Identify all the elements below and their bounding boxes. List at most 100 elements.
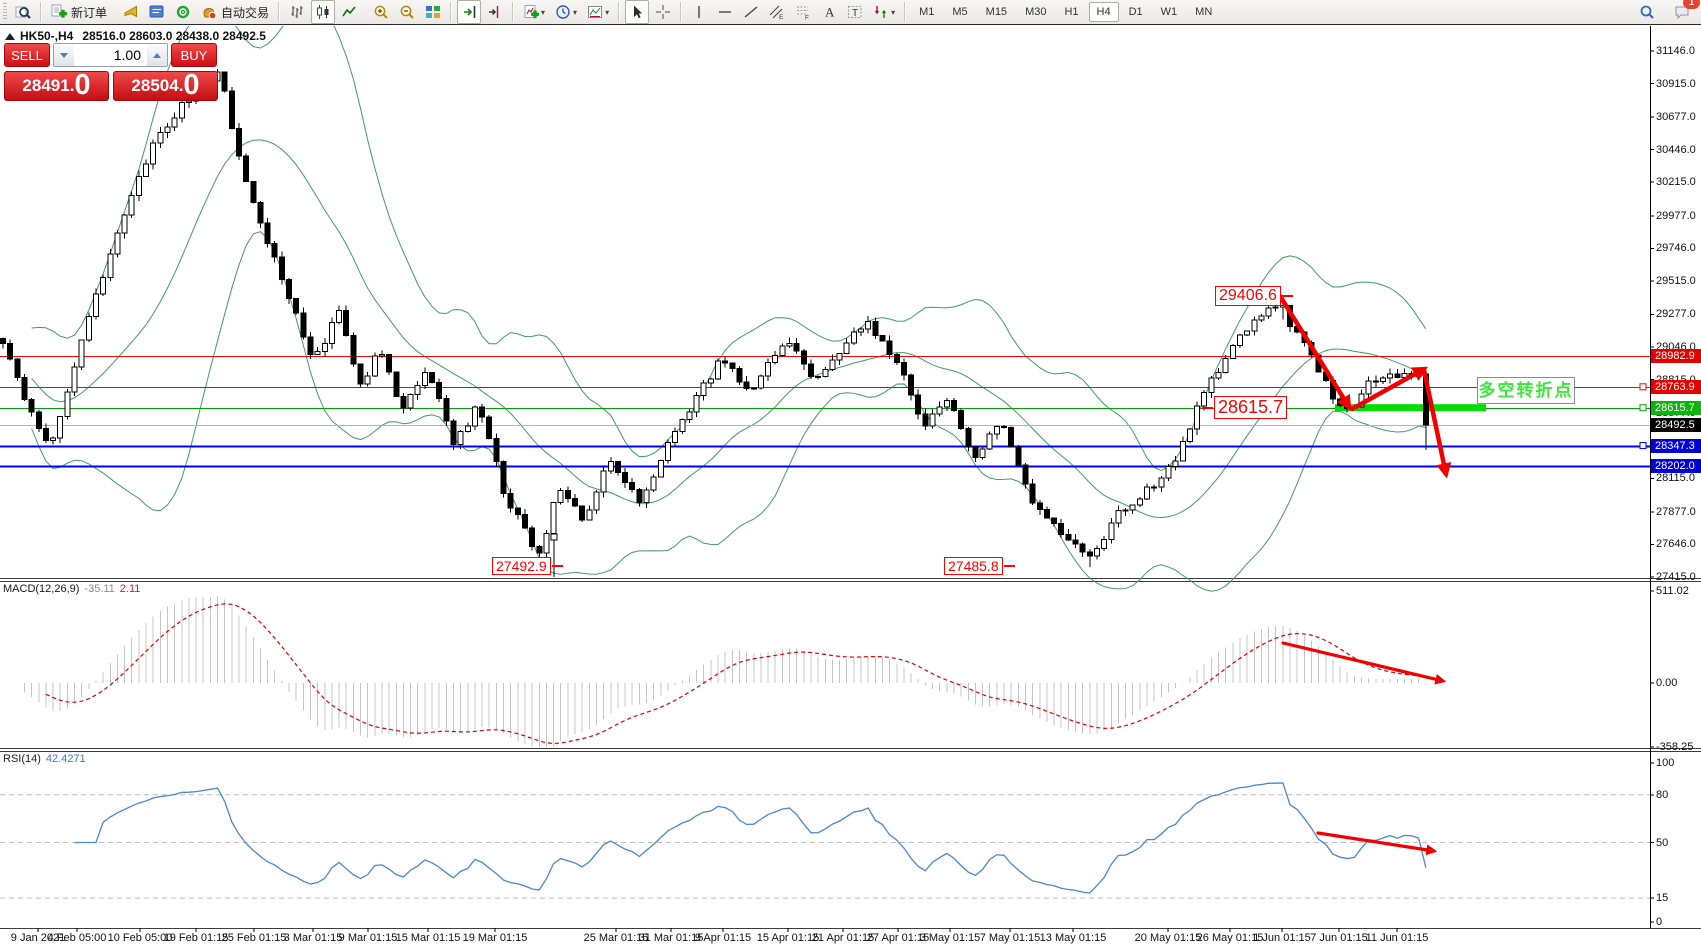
spinner-up-icon [153, 53, 161, 58]
turning-point-annotation[interactable]: 多空转折点 [1477, 377, 1575, 404]
price-axis-label: 28115.0 [1656, 472, 1695, 484]
chart-area[interactable]: 31146.030915.030677.030446.030215.029977… [0, 26, 1701, 948]
macd-name: MACD(12,26,9) [3, 583, 79, 595]
vertical-line-icon [691, 4, 707, 20]
metaeditor-tool-button[interactable] [145, 0, 169, 24]
tab-timeframe-D1[interactable]: D1 [1121, 2, 1151, 22]
volume-input[interactable] [74, 44, 147, 66]
text-tool-button[interactable]: A [817, 0, 841, 24]
horizontal-line-tool-button[interactable] [713, 0, 737, 24]
equidistant-channel-tool-button[interactable]: E [765, 0, 789, 24]
toolbar-separator [40, 2, 42, 22]
line-selection-handle[interactable] [1640, 443, 1646, 449]
cursor-icon [629, 4, 645, 20]
price-axis-label: 27415.0 [1656, 571, 1696, 583]
tab-timeframe-H4[interactable]: H4 [1089, 2, 1119, 22]
macd-axis-label: 0.00 [1656, 677, 1677, 689]
vertical-line-tool-button[interactable] [687, 0, 711, 24]
price-axis-label: 27877.0 [1656, 506, 1696, 518]
fibonacci-tool-button[interactable]: F [791, 0, 815, 24]
price-annotation-27492.9[interactable]: 27492.9 [492, 557, 551, 575]
new-order-button[interactable]: 新订单 [47, 0, 111, 24]
autotrading-button[interactable]: 自动交易 [197, 0, 273, 24]
macd-histogram [24, 597, 1425, 747]
symbol-period-label: HK50-,H4 [20, 29, 73, 43]
rsi-line [75, 783, 1426, 893]
chart-canvas[interactable] [0, 26, 1701, 948]
price-axis-label: 29977.0 [1656, 210, 1696, 222]
trend-arrow-main[interactable] [1280, 296, 1349, 407]
volume-increase-button[interactable] [147, 44, 167, 66]
tab-timeframe-M15[interactable]: M15 [978, 2, 1015, 22]
mt4-window: 新订单自动交易▾▾▾EFAT▾M1M5M15M30H1H4D1W1MN1 311… [0, 0, 1701, 948]
tab-timeframe-H1[interactable]: H1 [1056, 2, 1086, 22]
toolbar-separator [904, 2, 906, 22]
volume-decrease-button[interactable] [54, 44, 74, 66]
bollinger-bands [32, 26, 1426, 591]
chat-notification-badge: 1 [1683, 0, 1700, 9]
trend-arrow-macd[interactable] [1283, 643, 1443, 681]
search-button[interactable] [1635, 0, 1659, 24]
community-tool-button[interactable] [171, 0, 195, 24]
megaphone-tool-button[interactable] [119, 0, 143, 24]
price-axis-label: 27646.0 [1656, 538, 1696, 550]
price-axis-label: 29277.0 [1656, 308, 1696, 320]
sell-button[interactable]: SELL [4, 43, 50, 67]
toolbar-separator [278, 2, 280, 22]
buy-price-panel[interactable]: 28504.0 [113, 71, 218, 101]
zoom-in-tool-button[interactable] [369, 0, 393, 24]
bar-chart-tool-button[interactable] [285, 0, 309, 24]
price-axis-label: 30446.0 [1656, 144, 1696, 156]
chart-magnifier-icon [15, 4, 31, 20]
fibonacci-icon: F [795, 4, 811, 20]
line-chart-tool-button[interactable] [337, 0, 361, 24]
templates-tool-button[interactable]: ▾ [583, 0, 613, 24]
indicators-tool-button[interactable]: ▾ [519, 0, 549, 24]
sell-price-big-digit: 0 [74, 72, 90, 99]
tab-timeframe-MN[interactable]: MN [1187, 2, 1220, 22]
price-annotation-29406.6[interactable]: 29406.6 [1215, 286, 1281, 306]
text-label-tool-button[interactable]: T [843, 0, 867, 24]
toolbar: 新订单自动交易▾▾▾EFAT▾M1M5M15M30H1H4D1W1MN1 [0, 0, 1701, 25]
zoom-out-icon [399, 4, 415, 20]
sell-price-panel[interactable]: 28491.0 [4, 71, 109, 101]
line-selection-handle[interactable] [1640, 405, 1646, 411]
price-annotation-28615.7[interactable]: 28615.7 [1214, 396, 1287, 419]
candles-layer [1, 69, 1429, 567]
trendline-tool-button[interactable] [739, 0, 763, 24]
price-axis-label: 30915.0 [1656, 78, 1696, 90]
rsi-axis-label: 0 [1656, 916, 1662, 928]
low-marker-handle[interactable] [551, 534, 557, 540]
equidistant-channel-icon: E [769, 4, 785, 20]
chat-button[interactable]: 1 [1670, 0, 1694, 24]
tab-timeframe-M30[interactable]: M30 [1017, 2, 1054, 22]
chart-shift-tool-button[interactable] [483, 0, 507, 24]
chart-magnifier-tool-button[interactable] [11, 0, 35, 24]
tab-timeframe-M5[interactable]: M5 [944, 2, 975, 22]
tab-timeframe-W1[interactable]: W1 [1153, 2, 1186, 22]
toolbar-separator [512, 2, 514, 22]
buy-button[interactable]: BUY [171, 43, 217, 67]
zoom-out-tool-button[interactable] [395, 0, 419, 24]
price-badge-28492.5: 28492.5 [1651, 418, 1701, 432]
price-badge-28982.9: 28982.9 [1651, 349, 1701, 363]
line-selection-handle[interactable] [1640, 384, 1646, 390]
candlestick-chart-tool-button[interactable] [311, 0, 335, 24]
one-click-collapse-arrow[interactable] [5, 33, 15, 40]
toolbar-separator [680, 2, 682, 22]
dropdown-caret-icon: ▾ [541, 8, 545, 17]
tile-windows-tool-button[interactable] [421, 0, 445, 24]
rsi-name: RSI(14) [3, 753, 41, 765]
tab-timeframe-M1[interactable]: M1 [911, 2, 942, 22]
autotrading-icon [201, 4, 217, 20]
bar-chart-icon [289, 4, 305, 20]
crosshair-tool-button[interactable] [651, 0, 675, 24]
price-annotation-27485.8[interactable]: 27485.8 [944, 557, 1003, 575]
arrows-tool-button[interactable]: ▾ [869, 0, 899, 24]
periods-tool-button[interactable]: ▾ [551, 0, 581, 24]
price-badge-28202.0: 28202.0 [1651, 459, 1701, 473]
buy-price: 28504. [131, 73, 183, 99]
cursor-tool-button[interactable] [625, 0, 649, 24]
crosshair-icon [655, 4, 671, 20]
auto-scroll-tool-button[interactable] [457, 0, 481, 24]
